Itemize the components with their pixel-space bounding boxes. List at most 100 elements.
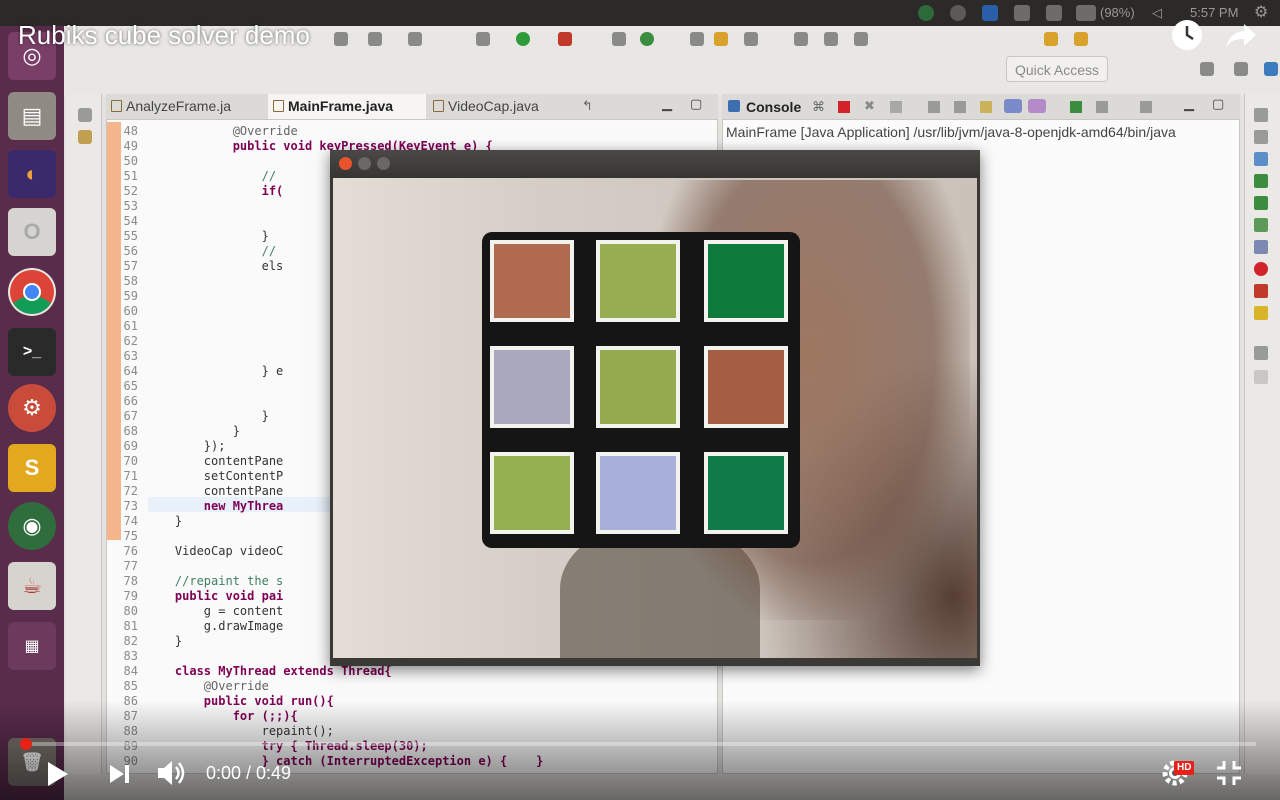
- code-line[interactable]: 70 contentPane: [108, 454, 284, 469]
- new-java-project-icon[interactable]: [612, 32, 626, 46]
- java-perspective-icon[interactable]: [1264, 62, 1278, 76]
- task-list-icon[interactable]: [1254, 152, 1268, 166]
- restore-icon[interactable]: [1254, 108, 1268, 122]
- error-log-icon[interactable]: [1254, 262, 1268, 276]
- code-line[interactable]: 58: [108, 274, 146, 289]
- play-icon[interactable]: [46, 760, 70, 793]
- new-class-icon[interactable]: [640, 32, 654, 46]
- network-icon[interactable]: [1014, 5, 1030, 21]
- search-icon[interactable]: [744, 32, 758, 46]
- display-console-icon[interactable]: [1096, 101, 1108, 113]
- progress-scrubber[interactable]: [20, 738, 32, 750]
- declaration-icon[interactable]: [1254, 240, 1268, 254]
- next-annotation-icon[interactable]: [824, 32, 838, 46]
- open-folder-icon[interactable]: [714, 32, 728, 46]
- code-line[interactable]: 65: [108, 379, 146, 394]
- code-line[interactable]: 81 g.drawImage: [108, 619, 284, 634]
- code-line[interactable]: 69 });: [108, 439, 226, 454]
- keyboard-icon[interactable]: [1046, 5, 1062, 21]
- next-icon[interactable]: [108, 762, 132, 791]
- workspace-switcher-icon[interactable]: ▦: [8, 622, 56, 670]
- code-line[interactable]: 83: [108, 649, 146, 664]
- package-explorer-icon[interactable]: [78, 130, 92, 144]
- code-line[interactable]: 75: [108, 529, 146, 544]
- share-icon[interactable]: [1224, 22, 1258, 55]
- code-line[interactable]: 64 } e: [108, 364, 284, 379]
- remove-all-icon[interactable]: [890, 101, 902, 113]
- code-line[interactable]: 85 @Override: [108, 679, 269, 694]
- properties-icon[interactable]: [1254, 370, 1268, 384]
- code-line[interactable]: 72 contentPane: [108, 484, 284, 499]
- watch-later-icon[interactable]: [1170, 18, 1204, 57]
- open-type-icon[interactable]: [690, 32, 704, 46]
- console-tab-label[interactable]: Console: [746, 96, 801, 118]
- back-icon[interactable]: [1044, 32, 1058, 46]
- console-maximize-icon[interactable]: ▢: [1212, 96, 1224, 112]
- globe-app-icon[interactable]: ◉: [8, 502, 56, 550]
- window-minimize-icon[interactable]: [358, 157, 371, 170]
- remove-launch-icon[interactable]: ✖: [864, 98, 875, 114]
- progress-bar[interactable]: [24, 742, 1256, 746]
- restore-bottom-icon[interactable]: [1254, 346, 1268, 360]
- code-line[interactable]: 53: [108, 199, 146, 214]
- console-minimize-icon[interactable]: ▁: [1184, 96, 1194, 112]
- code-line[interactable]: 74 }: [108, 514, 183, 529]
- code-line[interactable]: 54: [108, 214, 146, 229]
- word-wrap-icon[interactable]: [980, 101, 992, 113]
- servers-icon[interactable]: [1254, 284, 1268, 298]
- code-line[interactable]: 82 }: [108, 634, 183, 649]
- code-line[interactable]: 80 g = content: [108, 604, 284, 619]
- code-line[interactable]: 63: [108, 349, 146, 364]
- code-line[interactable]: 66: [108, 394, 146, 409]
- debug-icon[interactable]: [476, 32, 490, 46]
- battery-icon[interactable]: [1076, 5, 1096, 21]
- vpn-icon[interactable]: [982, 5, 998, 21]
- code-line[interactable]: 71 setContentP: [108, 469, 284, 484]
- restore-view-icon[interactable]: [78, 108, 92, 122]
- pin-console-icon[interactable]: [1070, 101, 1082, 113]
- quick-access-field[interactable]: Quick Access: [1006, 56, 1108, 82]
- tab-videocap[interactable]: VideoCap.java: [428, 94, 578, 119]
- eclipse-icon[interactable]: ◐: [8, 150, 56, 198]
- code-line[interactable]: 60: [108, 304, 146, 319]
- code-line[interactable]: 55 }: [108, 229, 269, 244]
- exit-fullscreen-icon[interactable]: [1216, 760, 1242, 791]
- code-line[interactable]: 52 if(: [108, 184, 284, 199]
- code-line[interactable]: 68 }: [108, 424, 240, 439]
- forward-icon[interactable]: [1074, 32, 1088, 46]
- code-line[interactable]: 67 }: [108, 409, 269, 424]
- new-icon[interactable]: [334, 32, 348, 46]
- tab-mainframe[interactable]: MainFrame.java: [268, 94, 426, 119]
- tab-analyzeframe[interactable]: AnalyzeFrame.ja: [106, 94, 266, 119]
- code-line[interactable]: 62: [108, 334, 146, 349]
- window-close-icon[interactable]: [339, 157, 352, 170]
- location-icon[interactable]: [950, 5, 966, 21]
- open-console-icon[interactable]: [1140, 101, 1152, 113]
- code-line[interactable]: 84 class MyThread extends Thread{: [108, 664, 392, 679]
- settings-app-icon[interactable]: ⚙: [8, 384, 56, 432]
- code-line[interactable]: 79 public void pai: [108, 589, 284, 604]
- video-title[interactable]: Rubiks cube solver demo: [18, 18, 310, 52]
- volume-tray-icon[interactable]: ◁: [1152, 3, 1162, 23]
- save-icon[interactable]: [368, 32, 382, 46]
- code-line[interactable]: 76 VideoCap videoC: [108, 544, 284, 559]
- capture-window-titlebar[interactable]: [330, 150, 980, 178]
- annotation-icon[interactable]: [794, 32, 808, 46]
- scroll-lock-icon[interactable]: [954, 101, 966, 113]
- java-ee-perspective-icon[interactable]: [1234, 62, 1248, 76]
- code-line[interactable]: 48 @Override: [108, 124, 298, 139]
- java-app-icon[interactable]: ☕: [8, 562, 56, 610]
- terminal-icon[interactable]: >_: [8, 328, 56, 376]
- outline-icon[interactable]: [1254, 130, 1268, 144]
- code-line[interactable]: 50: [108, 154, 146, 169]
- run-icon[interactable]: [516, 32, 530, 46]
- code-line[interactable]: 77: [108, 559, 146, 574]
- code-line[interactable]: 56 //: [108, 244, 277, 259]
- minimize-icon[interactable]: ▁: [662, 96, 672, 112]
- code-line[interactable]: 73 new MyThrea: [108, 499, 284, 514]
- clear-console-icon[interactable]: [928, 101, 940, 113]
- chrome-icon[interactable]: [8, 268, 56, 316]
- snippets-icon[interactable]: [1254, 306, 1268, 320]
- markers-icon[interactable]: [1254, 174, 1268, 188]
- perspective-open-icon[interactable]: [1200, 62, 1214, 76]
